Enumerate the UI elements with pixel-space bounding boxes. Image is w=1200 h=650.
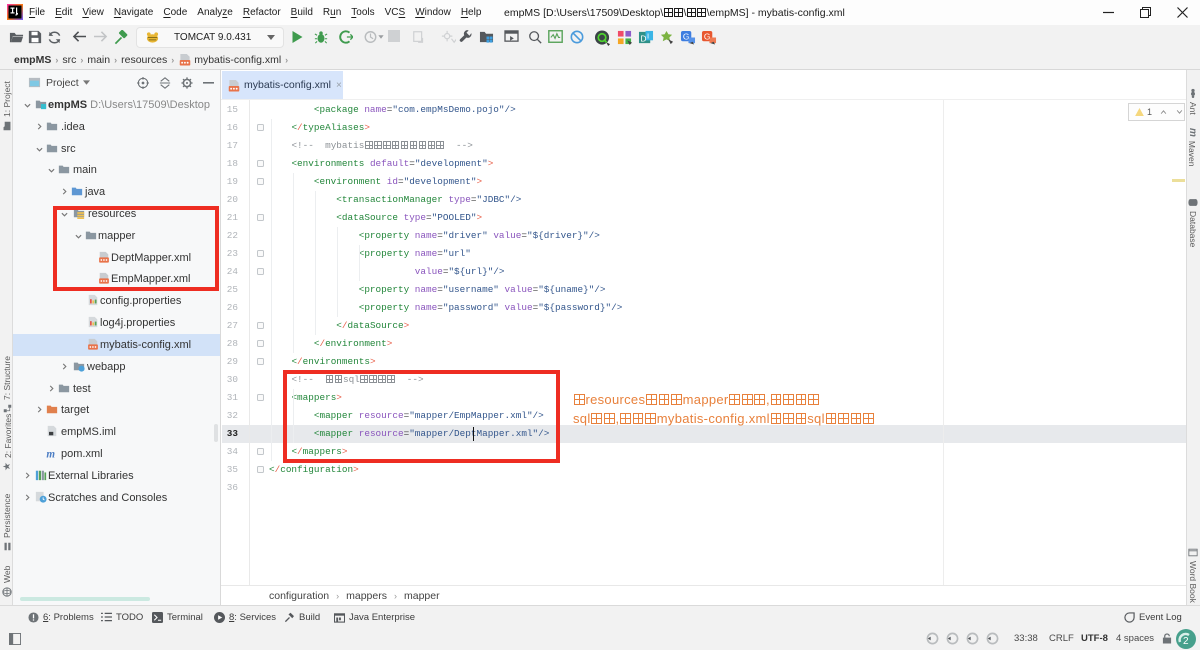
svg-text:I: I (647, 31, 649, 40)
svg-text:2: 2 (1183, 636, 1189, 647)
svg-text:D: D (640, 33, 646, 43)
svg-text:G: G (683, 31, 690, 41)
svg-text:G: G (704, 31, 711, 41)
svg-text:m: m (46, 448, 55, 459)
